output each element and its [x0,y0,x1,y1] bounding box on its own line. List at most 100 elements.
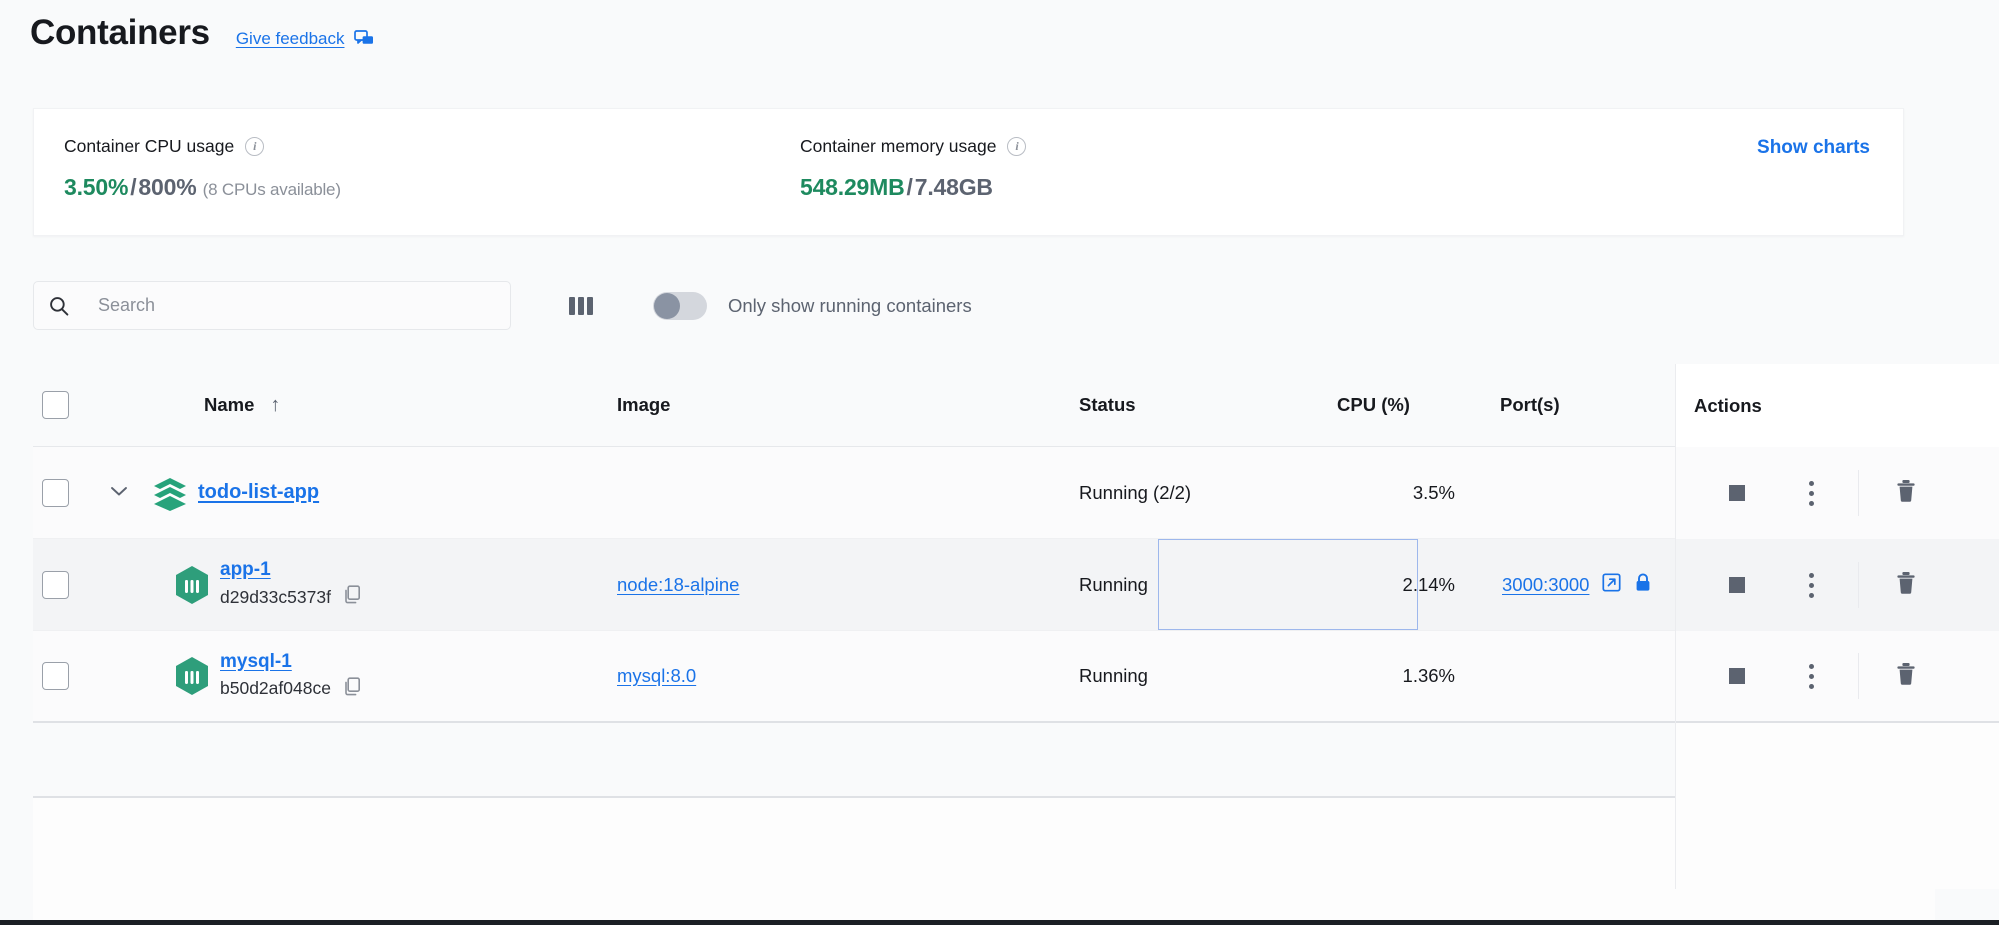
row-checkbox[interactable] [42,571,69,599]
kebab-menu-icon [1809,664,1814,689]
delete-button[interactable] [1869,661,1943,692]
container-id-row: d29d33c5373f [220,584,363,610]
more-options-button[interactable] [1774,481,1848,506]
select-all-checkbox[interactable] [42,391,69,419]
cpu-text: 3.5% [1337,482,1455,504]
table-row[interactable]: mysql-1 b50d2af048ce mysql:8.0 [33,631,1935,723]
column-header-cpu[interactable]: CPU (%) [1337,394,1500,416]
copy-icon[interactable] [343,676,363,702]
memory-usage-metric: Container memory usage i 548.29MB/7.48GB [800,109,1500,201]
column-header-image[interactable]: Image [617,394,1079,416]
row-cpu-cell: 2.14% [1337,574,1500,596]
actions-divider [1858,562,1859,608]
delete-button[interactable] [1869,570,1943,601]
row-cpu-cell: 1.36% [1337,665,1500,687]
table-row[interactable]: todo-list-app Running (2/2) 3.5% [33,447,1935,539]
stop-button[interactable] [1700,668,1774,684]
resource-summary-card: Container CPU usage i 3.50%/800% (8 CPUs… [33,108,1904,236]
table-header-row: Name ↑ Image Status CPU (%) Port(s) [33,364,1935,447]
row-name-cell: app-1 d29d33c5373f [142,559,617,610]
cpu-usage-metric: Container CPU usage i 3.50%/800% (8 CPUs… [64,109,764,201]
memory-usage-value: 548.29MB/7.48GB [800,174,1500,201]
column-header-actions: Actions [1676,364,1999,447]
memory-usage-header: Container memory usage i [800,136,1500,157]
kebab-menu-icon [1809,573,1814,598]
container-name-link[interactable]: mysql-1 [220,651,363,673]
row-image-cell: mysql:8.0 [617,665,1079,687]
table-empty-area [33,798,1935,920]
cpu-text: 1.36% [1337,665,1455,687]
table-row[interactable]: app-1 d29d33c5373f node:18-alpine [33,539,1935,631]
row-checkbox[interactable] [42,479,69,507]
chevron-down-icon[interactable] [108,482,130,503]
image-link[interactable]: node:18-alpine [617,574,739,595]
row-name-cell: mysql-1 b50d2af048ce [142,651,617,702]
container-id-text: d29d33c5373f [220,587,331,608]
stop-button[interactable] [1700,485,1774,501]
select-all-cell [33,391,95,419]
trash-icon [1894,661,1918,692]
row-actions [1676,447,1999,539]
delete-button[interactable] [1869,478,1943,509]
give-feedback-link[interactable]: Give feedback [236,29,345,49]
expand-row-button[interactable] [95,482,142,503]
cpu-usage-label: Container CPU usage [64,136,234,157]
memory-total-value: 7.48GB [915,174,993,200]
container-id-row: b50d2af048ce [220,676,363,702]
containers-table: Name ↑ Image Status CPU (%) Port(s) [33,364,1935,723]
external-link-icon[interactable] [1601,572,1622,598]
give-feedback[interactable]: Give feedback [236,29,374,49]
show-charts-button[interactable]: Show charts [1757,137,1870,159]
page-title: Containers [30,14,210,53]
row-image-cell: node:18-alpine [617,574,1079,596]
stop-square-icon [1729,668,1745,684]
cpu-usage-header: Container CPU usage i [64,136,764,157]
port-link[interactable]: 3000:3000 [1502,574,1589,596]
stack-layers-icon [142,475,198,511]
status-text: Running (2/2) [1079,482,1191,503]
actions-divider [1858,653,1859,699]
search-input[interactable] [96,294,476,317]
row-select-cell [33,662,95,690]
more-options-button[interactable] [1774,573,1848,598]
cpu-total-value: 800% [138,174,196,200]
search-box[interactable] [33,281,511,330]
more-options-button[interactable] [1774,664,1848,689]
image-link[interactable]: mysql:8.0 [617,665,696,686]
sort-ascending-icon: ↑ [254,394,280,417]
running-filter-toggle-group[interactable]: Only show running containers [653,292,972,320]
kebab-menu-icon [1809,481,1814,506]
row-select-cell [33,479,95,507]
trash-icon [1894,570,1918,601]
stop-button[interactable] [1700,577,1774,593]
only-running-toggle[interactable] [653,292,707,320]
memory-used-value: 548.29MB [800,174,905,200]
table-toolbar: Only show running containers [33,281,972,330]
info-icon[interactable]: i [245,137,264,156]
column-header-status[interactable]: Status [1079,394,1337,416]
container-name-link[interactable]: app-1 [220,559,363,581]
column-header-name-label: Name [142,394,254,416]
row-checkbox[interactable] [42,662,69,690]
stop-square-icon [1729,577,1745,593]
cpu-text: 2.14% [1337,574,1455,596]
info-icon[interactable]: i [1007,137,1026,156]
row-actions [1676,631,1999,723]
status-text: Running [1079,574,1148,595]
container-id-text: b50d2af048ce [220,678,331,699]
row-status-cell: Running [1079,665,1337,687]
memory-value-separator: / [905,174,915,200]
column-header-name[interactable]: Name ↑ [142,394,617,417]
row-status-cell: Running [1079,574,1337,596]
memory-usage-label: Container memory usage [800,136,996,157]
cpu-value-separator: / [128,174,138,200]
status-text: Running [1079,665,1148,686]
cpu-usage-value: 3.50%/800% (8 CPUs available) [64,174,764,201]
row-select-cell [33,571,95,599]
search-icon [48,295,70,317]
lock-icon [1634,572,1652,598]
trash-icon [1894,478,1918,509]
copy-icon[interactable] [343,584,363,610]
container-group-name-link[interactable]: todo-list-app [198,481,319,504]
columns-icon[interactable] [561,286,601,326]
